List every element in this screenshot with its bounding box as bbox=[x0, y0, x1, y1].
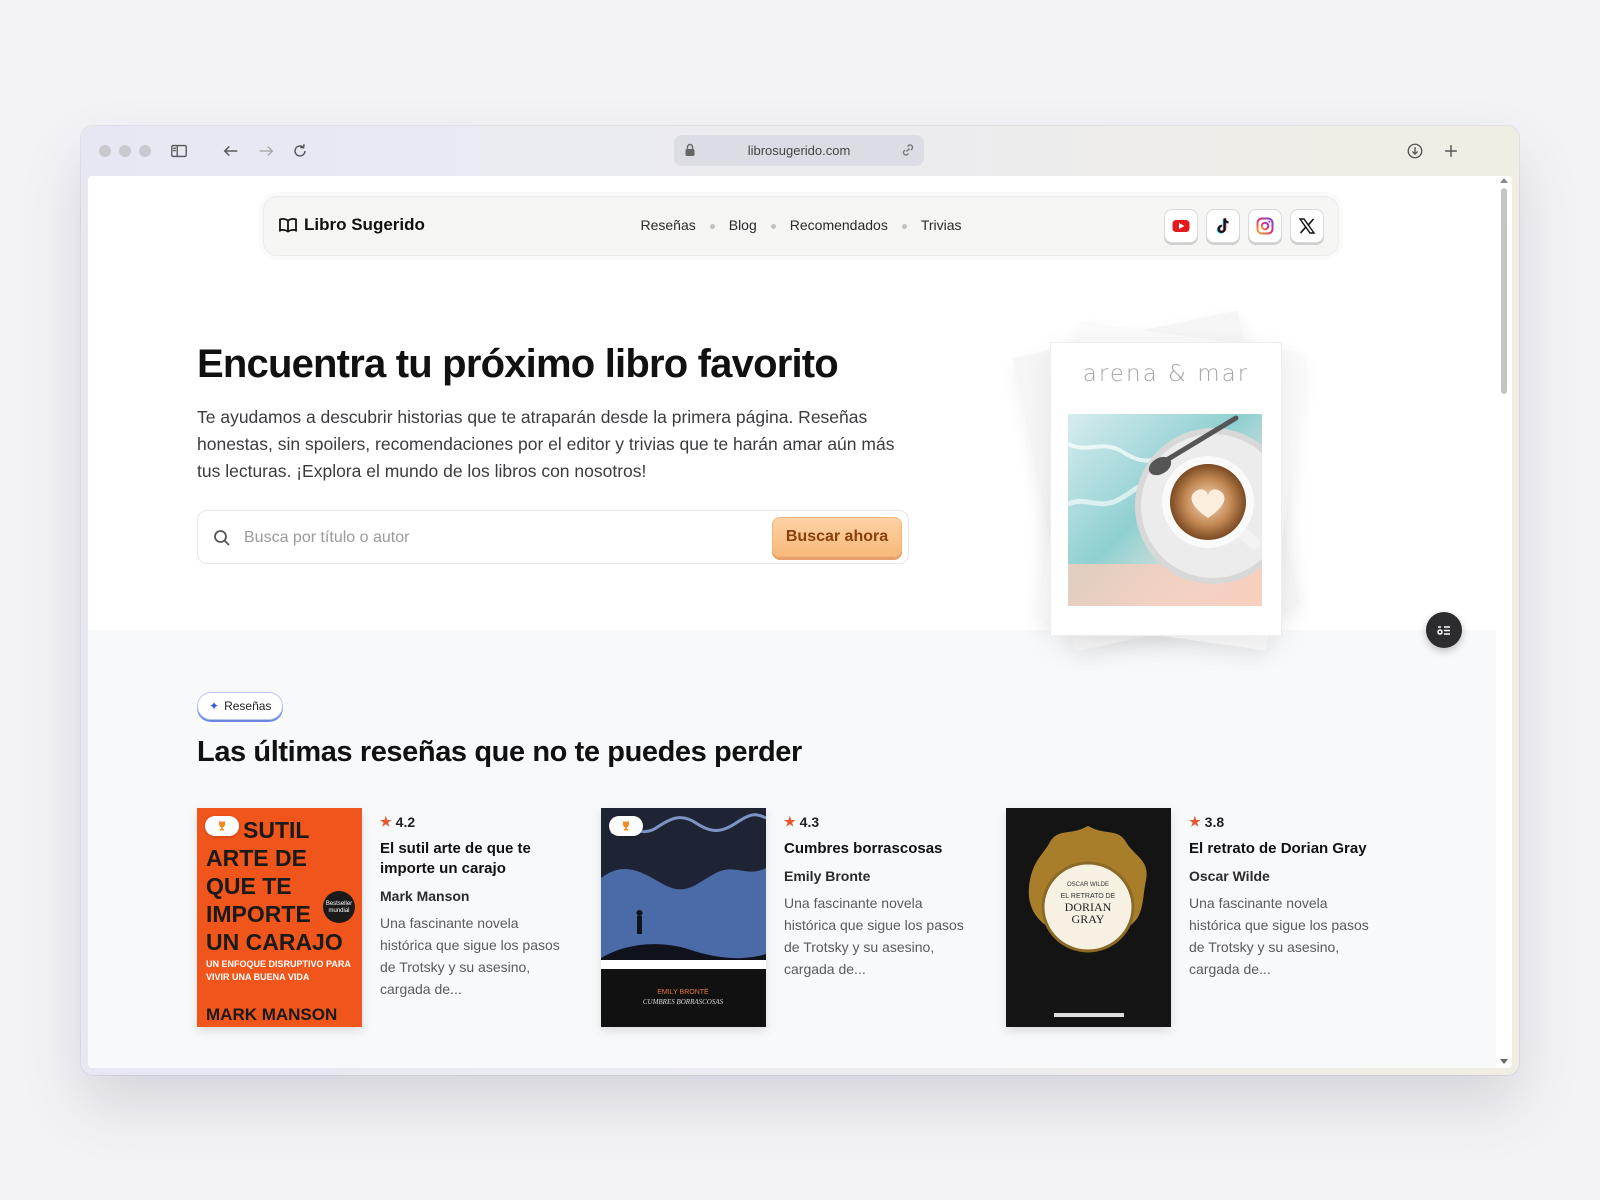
sidebar-icon[interactable] bbox=[165, 138, 193, 164]
book-author: Oscar Wilde bbox=[1189, 868, 1270, 884]
reload-icon[interactable] bbox=[286, 138, 314, 164]
section-tag-label: Reseñas bbox=[224, 699, 272, 713]
cover-author: MARK MANSON bbox=[206, 1005, 337, 1024]
book-description: Una fascinante novela histórica que sigu… bbox=[784, 895, 964, 977]
nav-separator bbox=[901, 224, 907, 229]
browser-toolbar: librosugerido.com bbox=[81, 126, 1519, 176]
list-icon bbox=[1437, 626, 1450, 635]
rating-value: 4.3 bbox=[799, 814, 820, 830]
star-icon: ★ bbox=[784, 814, 796, 829]
reviews-section: ✦ Reseñas Las últimas reseñas que no te … bbox=[88, 630, 1496, 1068]
nav-separator bbox=[770, 224, 776, 229]
cover-line: UN CARAJO bbox=[206, 929, 343, 955]
social-links bbox=[1164, 209, 1324, 243]
cover-line: ARTE DE bbox=[206, 845, 307, 871]
arrow-left-icon[interactable] bbox=[217, 138, 245, 164]
scroll-up-arrow[interactable] bbox=[1500, 178, 1508, 183]
cover-title: EL RETRATO DE bbox=[1061, 893, 1116, 900]
cover-line: SUTIL bbox=[243, 817, 309, 843]
book-cover-art: EMILY BRONTË CUMBRES BORRASCOSAS bbox=[601, 808, 766, 1027]
hero-description: Te ayudamos a descubrir historias que te… bbox=[197, 407, 895, 481]
book-cover[interactable]: EMILY BRONTË CUMBRES BORRASCOSAS bbox=[601, 808, 766, 1027]
nav-link-recomendados[interactable]: Recomendados bbox=[790, 217, 888, 233]
table-of-contents-button[interactable] bbox=[1426, 612, 1462, 648]
hero-title: Encuentra tu próximo libro favorito bbox=[197, 342, 839, 386]
star-icon: ★ bbox=[380, 814, 392, 829]
link-icon[interactable] bbox=[900, 142, 916, 158]
review-info: ★ 3.8 El retrato de Dorian Gray Oscar Wil… bbox=[1189, 814, 1379, 980]
search-button[interactable]: Buscar ahora bbox=[772, 517, 902, 557]
nav-separator bbox=[709, 224, 715, 229]
nav-link-blog[interactable]: Blog bbox=[729, 217, 757, 233]
book-title[interactable]: El retrato de Dorian Gray bbox=[1189, 839, 1379, 859]
window-minimize-button[interactable] bbox=[119, 145, 131, 157]
notebook-title: arena & mar bbox=[1082, 361, 1250, 387]
cover-title: GRAY bbox=[1072, 912, 1105, 926]
window-close-button[interactable] bbox=[99, 145, 111, 157]
book-author: Emily Bronte bbox=[784, 868, 871, 884]
coffee-beach-illustration bbox=[1068, 414, 1262, 606]
cover-line: IMPORTE bbox=[206, 901, 311, 927]
star-icon: ★ bbox=[1189, 814, 1201, 829]
window-zoom-button[interactable] bbox=[139, 145, 151, 157]
rating: ★ 3.8 bbox=[1189, 814, 1379, 830]
rating-value: 3.8 bbox=[1204, 814, 1225, 830]
scrollbar-thumb[interactable] bbox=[1501, 188, 1507, 394]
scroll-down-arrow[interactable] bbox=[1500, 1059, 1508, 1064]
award-badge bbox=[609, 816, 643, 836]
book-cover[interactable]: SUTIL ARTE DE QUE TE IMPORTE UN CARAJO B… bbox=[197, 808, 362, 1027]
book-cover-art: OSCAR WILDE EL RETRATO DE DORIAN GRAY bbox=[1006, 808, 1171, 1027]
cover-subtitle: UN ENFOQUE DISRUPTIVO PARA VIVIR UNA BUE… bbox=[206, 959, 351, 982]
nav-link-trivias[interactable]: Trivias bbox=[921, 217, 962, 233]
plus-icon[interactable] bbox=[1437, 138, 1465, 164]
url-text: librosugerido.com bbox=[747, 143, 851, 158]
section-tag[interactable]: ✦ Reseñas bbox=[197, 692, 284, 720]
browser-window: librosugerido.com Libro Sugerido Reseñas… bbox=[81, 126, 1519, 1075]
instagram-icon[interactable] bbox=[1248, 209, 1282, 243]
page-viewport: Libro Sugerido Reseñas Blog Recomendados… bbox=[88, 176, 1512, 1068]
site-navbar: Libro Sugerido Reseñas Blog Recomendados… bbox=[263, 196, 1339, 256]
address-bar[interactable]: librosugerido.com bbox=[674, 135, 924, 166]
book-author: Mark Manson bbox=[380, 888, 470, 904]
cover-author: OSCAR WILDE bbox=[1067, 882, 1109, 888]
cover-title: CUMBRES BORRASCOSAS bbox=[643, 998, 724, 1006]
tiktok-icon[interactable] bbox=[1206, 209, 1240, 243]
search-input[interactable] bbox=[244, 523, 744, 553]
sparkle-icon: ✦ bbox=[209, 699, 220, 713]
rating: ★ 4.3 bbox=[784, 814, 974, 830]
book-cover-art: SUTIL ARTE DE QUE TE IMPORTE UN CARAJO B… bbox=[197, 808, 362, 1027]
nav-link-resenas[interactable]: Reseñas bbox=[640, 217, 695, 233]
rating-value: 4.2 bbox=[395, 814, 416, 830]
book-title[interactable]: El sutil arte de que te importe un caraj… bbox=[380, 839, 570, 879]
download-icon[interactable] bbox=[1401, 138, 1429, 164]
cover-seal: mundial bbox=[328, 908, 349, 914]
vertical-scrollbar[interactable] bbox=[1496, 176, 1512, 1068]
section-title: Las últimas reseñas que no te puedes per… bbox=[197, 736, 802, 768]
trophy-icon bbox=[623, 821, 629, 831]
rating: ★ 4.2 bbox=[380, 814, 570, 830]
review-card[interactable]: OSCAR WILDE EL RETRATO DE DORIAN GRAY ★ 3… bbox=[1006, 808, 1386, 1038]
hero-image: arena & mar bbox=[1050, 342, 1282, 636]
book-cover[interactable]: OSCAR WILDE EL RETRATO DE DORIAN GRAY bbox=[1006, 808, 1171, 1027]
cover-line: QUE TE bbox=[206, 873, 292, 899]
award-badge bbox=[205, 816, 239, 836]
book-description: Una fascinante novela histórica que sigu… bbox=[380, 915, 560, 997]
x-icon[interactable] bbox=[1290, 209, 1324, 243]
cover-seal: Bestseller bbox=[326, 901, 352, 907]
search-bar: Buscar ahora bbox=[197, 510, 909, 564]
book-title[interactable]: Cumbres borrascosas bbox=[784, 839, 974, 859]
arrow-right-icon[interactable] bbox=[252, 138, 280, 164]
lock-icon bbox=[685, 143, 695, 156]
book-description: Una fascinante novela histórica que sigu… bbox=[1189, 895, 1369, 977]
youtube-icon[interactable] bbox=[1164, 209, 1198, 243]
review-card[interactable]: EMILY BRONTË CUMBRES BORRASCOSAS ★ 4.3 Cu… bbox=[601, 808, 981, 1038]
search-icon bbox=[214, 530, 230, 546]
cover-author: EMILY BRONTË bbox=[657, 988, 709, 996]
review-info: ★ 4.2 El sutil arte de que te importe un … bbox=[380, 814, 570, 1000]
review-info: ★ 4.3 Cumbres borrascosas Emily Bronte Un… bbox=[784, 814, 974, 980]
review-card[interactable]: SUTIL ARTE DE QUE TE IMPORTE UN CARAJO B… bbox=[197, 808, 577, 1038]
trophy-icon bbox=[219, 821, 225, 831]
